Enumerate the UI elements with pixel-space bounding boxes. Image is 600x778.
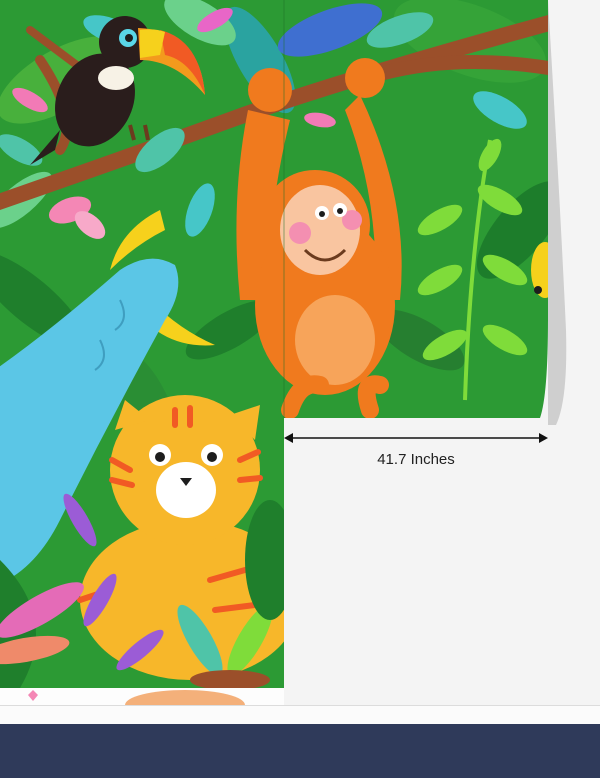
double-arrow-icon	[284, 433, 548, 443]
wallpaper-bottom-strip	[0, 688, 284, 705]
jungle-wallpaper-mural	[0, 0, 567, 705]
width-label: 41.7 Inches	[377, 451, 455, 468]
roll-shadow	[548, 0, 567, 425]
wallpaper-scene: 41.7 Inches	[0, 0, 600, 778]
baseboard	[0, 705, 600, 726]
width-measurement: 41.7 Inches	[284, 428, 548, 468]
carpet-floor	[0, 724, 600, 778]
